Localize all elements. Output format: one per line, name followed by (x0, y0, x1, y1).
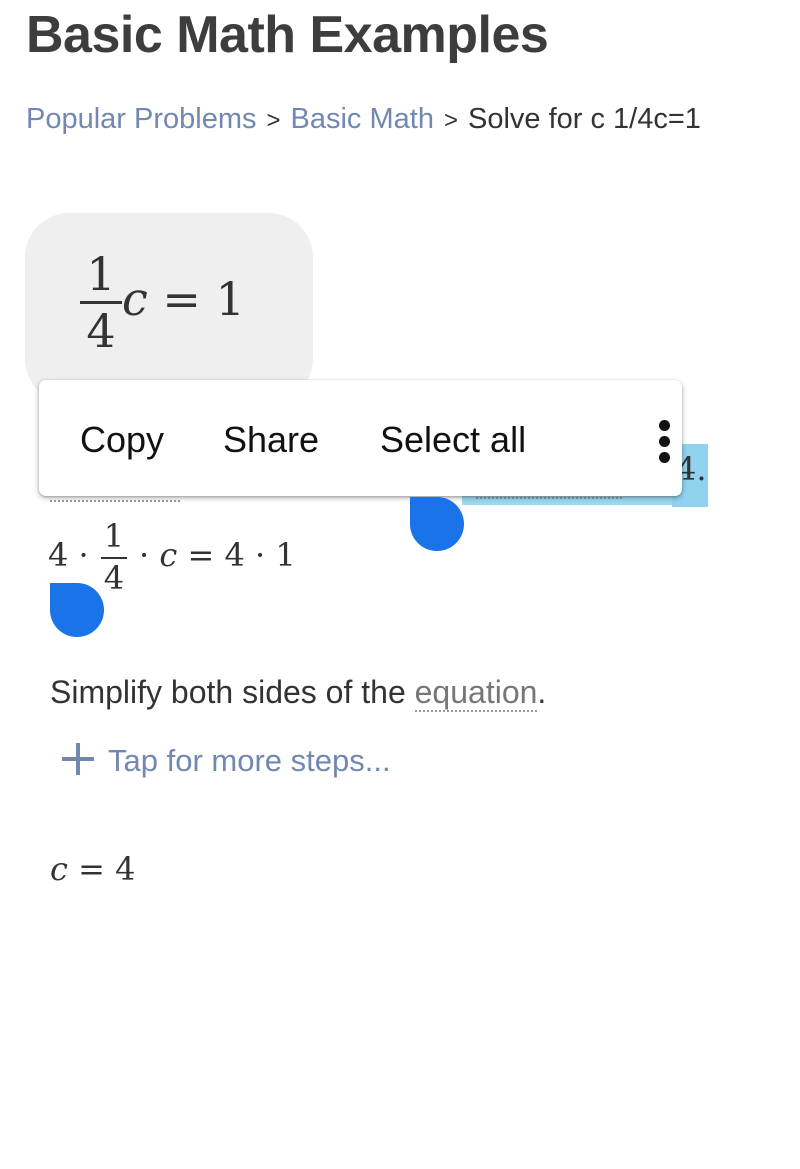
selection-handle-start[interactable] (50, 583, 104, 637)
step-text-period: . (537, 674, 547, 710)
dot-operator: · (139, 536, 150, 575)
fraction: 1 4 (100, 517, 127, 597)
copy-button[interactable]: Copy (80, 418, 164, 462)
fraction-denominator: 4 (103, 558, 125, 597)
breadcrumb-current: Solve for c 1/4c=1 (467, 103, 701, 135)
equals-sign: = (162, 271, 201, 326)
variable: c (159, 536, 178, 575)
text-selection-menu: Copy Share Select all (39, 380, 682, 496)
dot-operator: · (78, 536, 89, 575)
step-description: Simplify both sides of the equation. (50, 672, 546, 712)
highlighted-term-underline (476, 497, 622, 499)
variable: c (50, 850, 68, 888)
equals-sign: = (78, 850, 105, 888)
variable: c (122, 271, 148, 326)
page-title: Basic Math Examples (26, 6, 549, 64)
left-factor: 4 (48, 536, 69, 575)
rhs-value: 1 (215, 271, 245, 326)
breadcrumb-link-basic-math[interactable]: Basic Math (291, 103, 434, 135)
fraction: 1 4 (80, 250, 122, 356)
more-steps-label: Tap for more steps... (108, 743, 391, 778)
definition-link-equation[interactable]: equation (414, 674, 538, 712)
fraction-denominator: 4 (86, 304, 116, 359)
fraction-numerator: 1 (86, 247, 116, 301)
breadcrumb: Popular Problems > Basic Math > Solve for c … (26, 100, 701, 140)
breadcrumb-link-popular-problems[interactable]: Popular Problems (26, 103, 257, 135)
right-side: 4 · 1 (224, 536, 296, 575)
breadcrumb-separator: > (266, 107, 281, 134)
selection-handle-end[interactable] (410, 497, 464, 551)
problem-equation: 1 4 c = 1 (80, 250, 245, 356)
plus-icon (62, 743, 94, 775)
more-steps-button[interactable]: Tap for more steps... (62, 741, 391, 781)
step-text: Simplify both sides of the (50, 674, 415, 710)
answer-equation: c = 4 (50, 850, 135, 888)
breadcrumb-separator: > (443, 107, 458, 134)
equals-sign: = (187, 536, 215, 575)
more-vertical-icon[interactable] (654, 420, 676, 464)
answer-value: 4 (115, 850, 136, 888)
fraction-numerator: 1 (103, 517, 125, 555)
share-button[interactable]: Share (223, 418, 319, 462)
select-all-button[interactable]: Select all (380, 418, 526, 462)
